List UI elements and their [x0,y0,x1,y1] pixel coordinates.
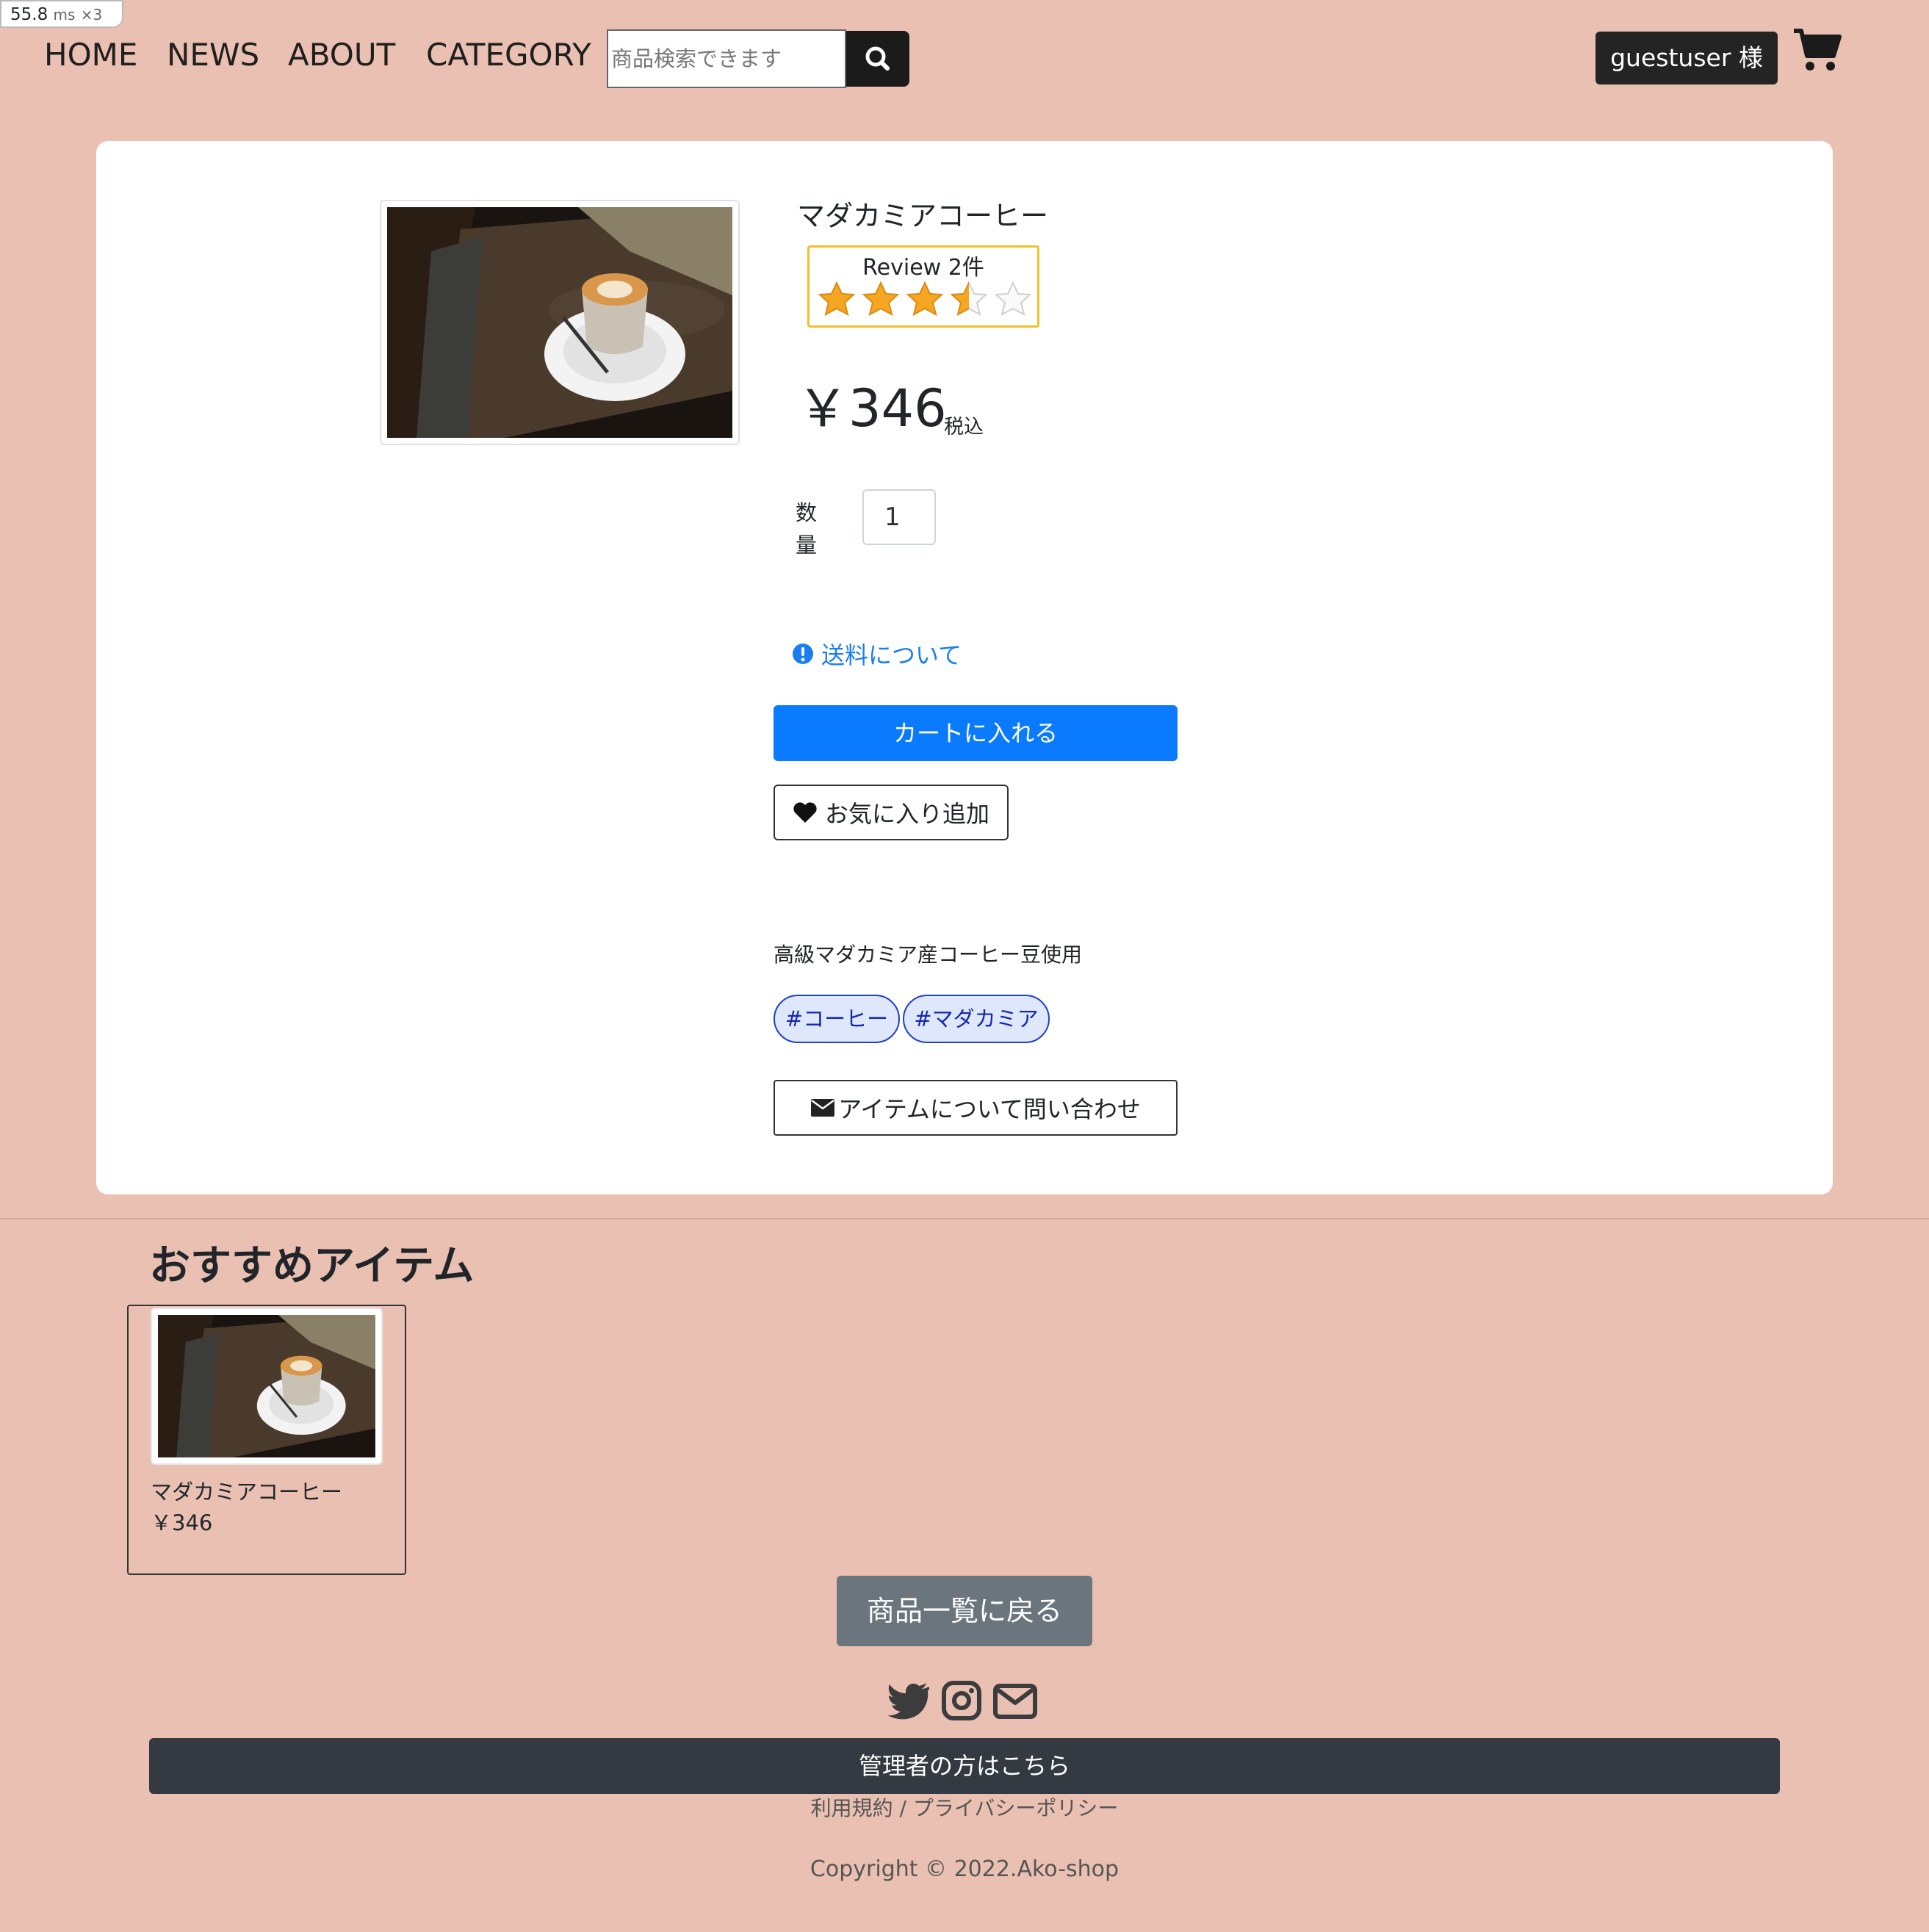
search-icon [865,46,890,71]
star-icon [906,281,944,316]
info-icon [793,644,813,664]
quantity-input[interactable] [862,489,936,545]
add-to-cart-button[interactable]: カートに入れる [774,705,1178,761]
recommend-heading: おすすめアイテム [149,1242,475,1290]
perf-value: 55.8 [10,5,48,24]
product-title: マダカミアコーヒー [797,200,1049,232]
section-divider [0,1218,1929,1219]
copyright: Copyright © 2022.Ako-shop [810,1856,1119,1882]
back-to-list-button[interactable]: 商品一覧に戻る [837,1576,1092,1646]
quantity-label: 数量 [796,500,818,558]
star-icon [950,281,988,316]
add-favorite-button[interactable]: お気に入り追加 [774,785,1009,840]
admin-link-button[interactable]: 管理者の方はこちら [149,1738,1780,1794]
tag-madakamia[interactable]: #マダカミア [903,995,1050,1043]
recommend-item-name[interactable]: マダカミアコーヒー [151,1477,342,1507]
star-icon [994,281,1032,316]
tax-label: 税込 [944,416,984,439]
search-input[interactable] [607,29,846,88]
recommend-item-price: ￥346 [151,1510,213,1535]
shipping-info-link[interactable]: 送料について [792,638,962,670]
recommend-item-image[interactable] [151,1308,383,1465]
nav-about[interactable]: ABOUT [288,35,395,75]
user-menu-button[interactable]: guestuser 様 [1596,32,1778,84]
search-button[interactable] [846,31,909,87]
instagram-icon[interactable] [942,1681,981,1720]
shipping-info-label: 送料について [821,641,962,669]
twitter-icon[interactable] [887,1682,930,1720]
product-image [380,200,740,445]
star-icon [818,281,856,316]
coffee-photo [158,1315,375,1457]
nav-category[interactable]: CATEGORY [426,35,591,75]
perf-badge: 55.8 ms ×3 [0,0,123,28]
nav-news[interactable]: NEWS [167,35,259,75]
star-icon [862,281,900,316]
cart-button[interactable] [1792,26,1842,73]
envelope-icon [811,1099,835,1117]
review-count: Review 2件 [862,255,984,281]
product-price: ￥346 [797,378,947,439]
item-inquiry-button[interactable]: アイテムについて問い合わせ [774,1080,1178,1136]
product-description: 高級マダカミア産コーヒー豆使用 [774,942,1083,967]
perf-multiplier: ×3 [80,6,103,24]
mail-icon[interactable] [993,1684,1037,1719]
heart-icon [793,802,817,823]
cart-icon [1794,29,1842,71]
terms-privacy-links[interactable]: 利用規約 / プライバシーポリシー [0,1794,1929,1823]
add-favorite-label: お気に入り追加 [824,800,989,828]
perf-unit: ms [53,6,76,24]
tag-coffee[interactable]: #コーヒー [774,995,900,1043]
nav-home[interactable]: HOME [44,35,137,75]
coffee-photo [387,207,732,438]
star-rating [818,281,1032,319]
item-inquiry-label: アイテムについて問い合わせ [838,1095,1141,1123]
